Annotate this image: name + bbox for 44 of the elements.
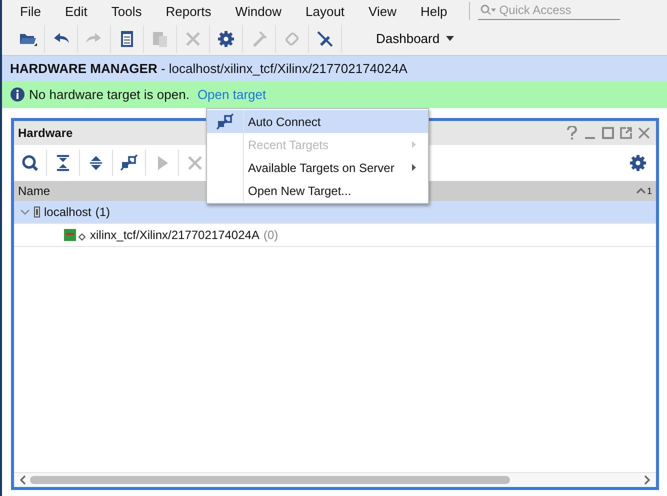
panel-title: Hardware — [18, 126, 73, 140]
connect-icon — [215, 112, 235, 132]
menu-item[interactable]: Tools — [99, 4, 154, 18]
board-icon — [64, 229, 86, 241]
column-header[interactable]: Name — [18, 184, 50, 198]
maximize-icon[interactable] — [602, 127, 614, 139]
server-icon — [34, 206, 40, 218]
tree-count: (1) — [95, 205, 110, 219]
context-menu-item[interactable]: Available Targets on Server — [207, 156, 428, 179]
search-icon — [20, 153, 40, 173]
menu-item[interactable]: Reports — [154, 4, 224, 18]
float-icon[interactable] — [620, 127, 632, 139]
tree-label: xilinx_tcf/Xilinx/217702174024A — [90, 228, 260, 242]
tree-label: localhost — [44, 205, 92, 219]
tree-row[interactable]: localhost (1) — [14, 201, 656, 224]
scroll-left-icon[interactable] — [20, 475, 26, 485]
scrollbar-thumb[interactable] — [30, 476, 510, 484]
menu-item[interactable]: Layout — [294, 4, 357, 18]
sort-ascending-icon — [636, 188, 646, 194]
layout-dropdown[interactable]: Dashboard — [372, 29, 458, 48]
help-icon[interactable] — [566, 126, 578, 140]
sort-order: 1 — [646, 186, 652, 196]
menu-item[interactable]: File — [8, 4, 53, 18]
menu-item[interactable]: Edit — [52, 4, 100, 18]
menu-item[interactable]: Help — [408, 4, 460, 18]
chevron-down-icon[interactable] — [20, 208, 30, 216]
close-icon[interactable] — [638, 127, 650, 139]
manager-title: HARDWARE MANAGER - localhost/xilinx_tcf/Xilinx/217702174024A — [10, 61, 408, 76]
settings-icon — [216, 28, 236, 48]
tree-count: (0) — [263, 228, 278, 242]
connect-icon — [119, 153, 139, 173]
caret-icon — [446, 36, 454, 41]
menu-item[interactable]: View — [356, 4, 408, 18]
open-target-link[interactable]: Open target — [197, 87, 266, 102]
settings-icon — [628, 153, 648, 173]
info-icon — [10, 87, 25, 102]
scroll-right-icon[interactable] — [644, 475, 650, 485]
banner-message: No hardware target is open. — [29, 87, 190, 102]
quick-access-field[interactable]: Quick Access — [478, 2, 620, 20]
tree-row[interactable]: xilinx_tcf/Xilinx/217702174024A (0) — [14, 224, 656, 247]
context-menu-item[interactable]: Open New Target... — [207, 179, 428, 202]
search-icon — [480, 4, 496, 16]
context-menu-item[interactable]: Auto Connect — [207, 110, 428, 133]
menu-item[interactable]: Window — [223, 4, 294, 18]
